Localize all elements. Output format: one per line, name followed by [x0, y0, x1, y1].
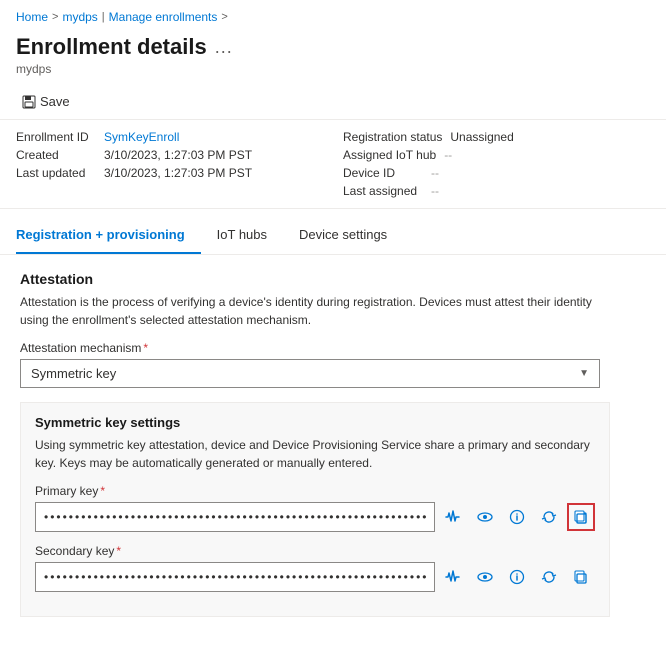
last-updated-label: Last updated	[16, 166, 96, 180]
device-id-value: --	[431, 166, 439, 180]
primary-key-info-icon[interactable]	[503, 503, 531, 531]
title-options-button[interactable]: ...	[215, 37, 233, 58]
details-right: Registration status Unassigned Assigned …	[343, 130, 650, 198]
breadcrumb-sep1: >	[52, 11, 58, 23]
dropdown-chevron-icon: ▼	[579, 368, 589, 379]
attestation-mechanism-label: Attestation mechanism*	[20, 341, 646, 355]
attestation-section: Attestation Attestation is the process o…	[20, 271, 646, 388]
symmetric-key-description: Using symmetric key attestation, device …	[35, 436, 595, 472]
tab-registration-provisioning[interactable]: Registration + provisioning	[16, 217, 201, 254]
page-title: Enrollment details	[16, 34, 207, 60]
assigned-iot-hub-value: --	[444, 148, 452, 162]
device-id-label: Device ID	[343, 166, 423, 180]
symmetric-key-title: Symmetric key settings	[35, 415, 595, 430]
enrollment-id-label: Enrollment ID	[16, 130, 96, 144]
created-label: Created	[16, 148, 96, 162]
last-assigned-row: Last assigned --	[343, 184, 650, 198]
page-title-row: Enrollment details ...	[0, 30, 666, 60]
secondary-key-row	[35, 562, 595, 592]
created-value: 3/10/2023, 1:27:03 PM PST	[104, 148, 252, 162]
secondary-key-waveform-icon[interactable]	[439, 563, 467, 591]
breadcrumb-manage[interactable]: Manage enrollments	[109, 10, 218, 24]
registration-status-value: Unassigned	[450, 130, 513, 144]
attestation-title: Attestation	[20, 271, 646, 287]
primary-key-refresh-icon[interactable]	[535, 503, 563, 531]
page-subtitle: mydps	[0, 60, 666, 84]
tabs-bar: Registration + provisioning IoT hubs Dev…	[0, 217, 666, 255]
save-label: Save	[40, 94, 70, 109]
primary-key-label: Primary key*	[35, 484, 595, 498]
assigned-iot-hub-row: Assigned IoT hub --	[343, 148, 650, 162]
device-id-row: Device ID --	[343, 166, 650, 180]
breadcrumb-home[interactable]: Home	[16, 10, 48, 24]
attestation-mechanism-value: Symmetric key	[31, 366, 116, 381]
attestation-mechanism-dropdown[interactable]: Symmetric key ▼	[20, 359, 600, 388]
secondary-key-info-icon[interactable]	[503, 563, 531, 591]
assigned-iot-hub-label: Assigned IoT hub	[343, 148, 436, 162]
save-button[interactable]: Save	[16, 90, 76, 113]
secondary-key-input[interactable]	[35, 562, 435, 592]
breadcrumb-mydps[interactable]: mydps	[62, 10, 97, 24]
breadcrumb: Home > mydps | Manage enrollments >	[0, 0, 666, 30]
details-left: Enrollment ID SymKeyEnroll Created 3/10/…	[16, 130, 323, 198]
breadcrumb-sep2: >	[221, 11, 227, 23]
secondary-key-label: Secondary key*	[35, 544, 595, 558]
primary-key-waveform-icon[interactable]	[439, 503, 467, 531]
attestation-description: Attestation is the process of verifying …	[20, 293, 600, 329]
tab-iot-hubs[interactable]: IoT hubs	[201, 217, 283, 254]
secondary-key-refresh-icon[interactable]	[535, 563, 563, 591]
breadcrumb-pipe: |	[102, 11, 105, 23]
tab-device-settings[interactable]: Device settings	[283, 217, 403, 254]
toolbar: Save	[0, 84, 666, 120]
registration-status-row: Registration status Unassigned	[343, 130, 650, 144]
enrollment-id-row: Enrollment ID SymKeyEnroll	[16, 130, 323, 144]
primary-key-row	[35, 502, 595, 532]
secondary-key-eye-icon[interactable]	[471, 563, 499, 591]
primary-key-input[interactable]	[35, 502, 435, 532]
save-icon	[22, 95, 36, 109]
symmetric-key-section: Symmetric key settings Using symmetric k…	[20, 402, 610, 617]
last-updated-row: Last updated 3/10/2023, 1:27:03 PM PST	[16, 166, 323, 180]
details-section: Enrollment ID SymKeyEnroll Created 3/10/…	[0, 120, 666, 209]
content-area: Attestation Attestation is the process o…	[0, 255, 666, 645]
created-row: Created 3/10/2023, 1:27:03 PM PST	[16, 148, 323, 162]
secondary-key-copy-icon[interactable]	[567, 563, 595, 591]
last-updated-value: 3/10/2023, 1:27:03 PM PST	[104, 166, 252, 180]
registration-status-label: Registration status	[343, 130, 442, 144]
last-assigned-value: --	[431, 184, 439, 198]
enrollment-id-value: SymKeyEnroll	[104, 130, 179, 144]
primary-key-eye-icon[interactable]	[471, 503, 499, 531]
last-assigned-label: Last assigned	[343, 184, 423, 198]
primary-key-copy-icon[interactable]	[567, 503, 595, 531]
